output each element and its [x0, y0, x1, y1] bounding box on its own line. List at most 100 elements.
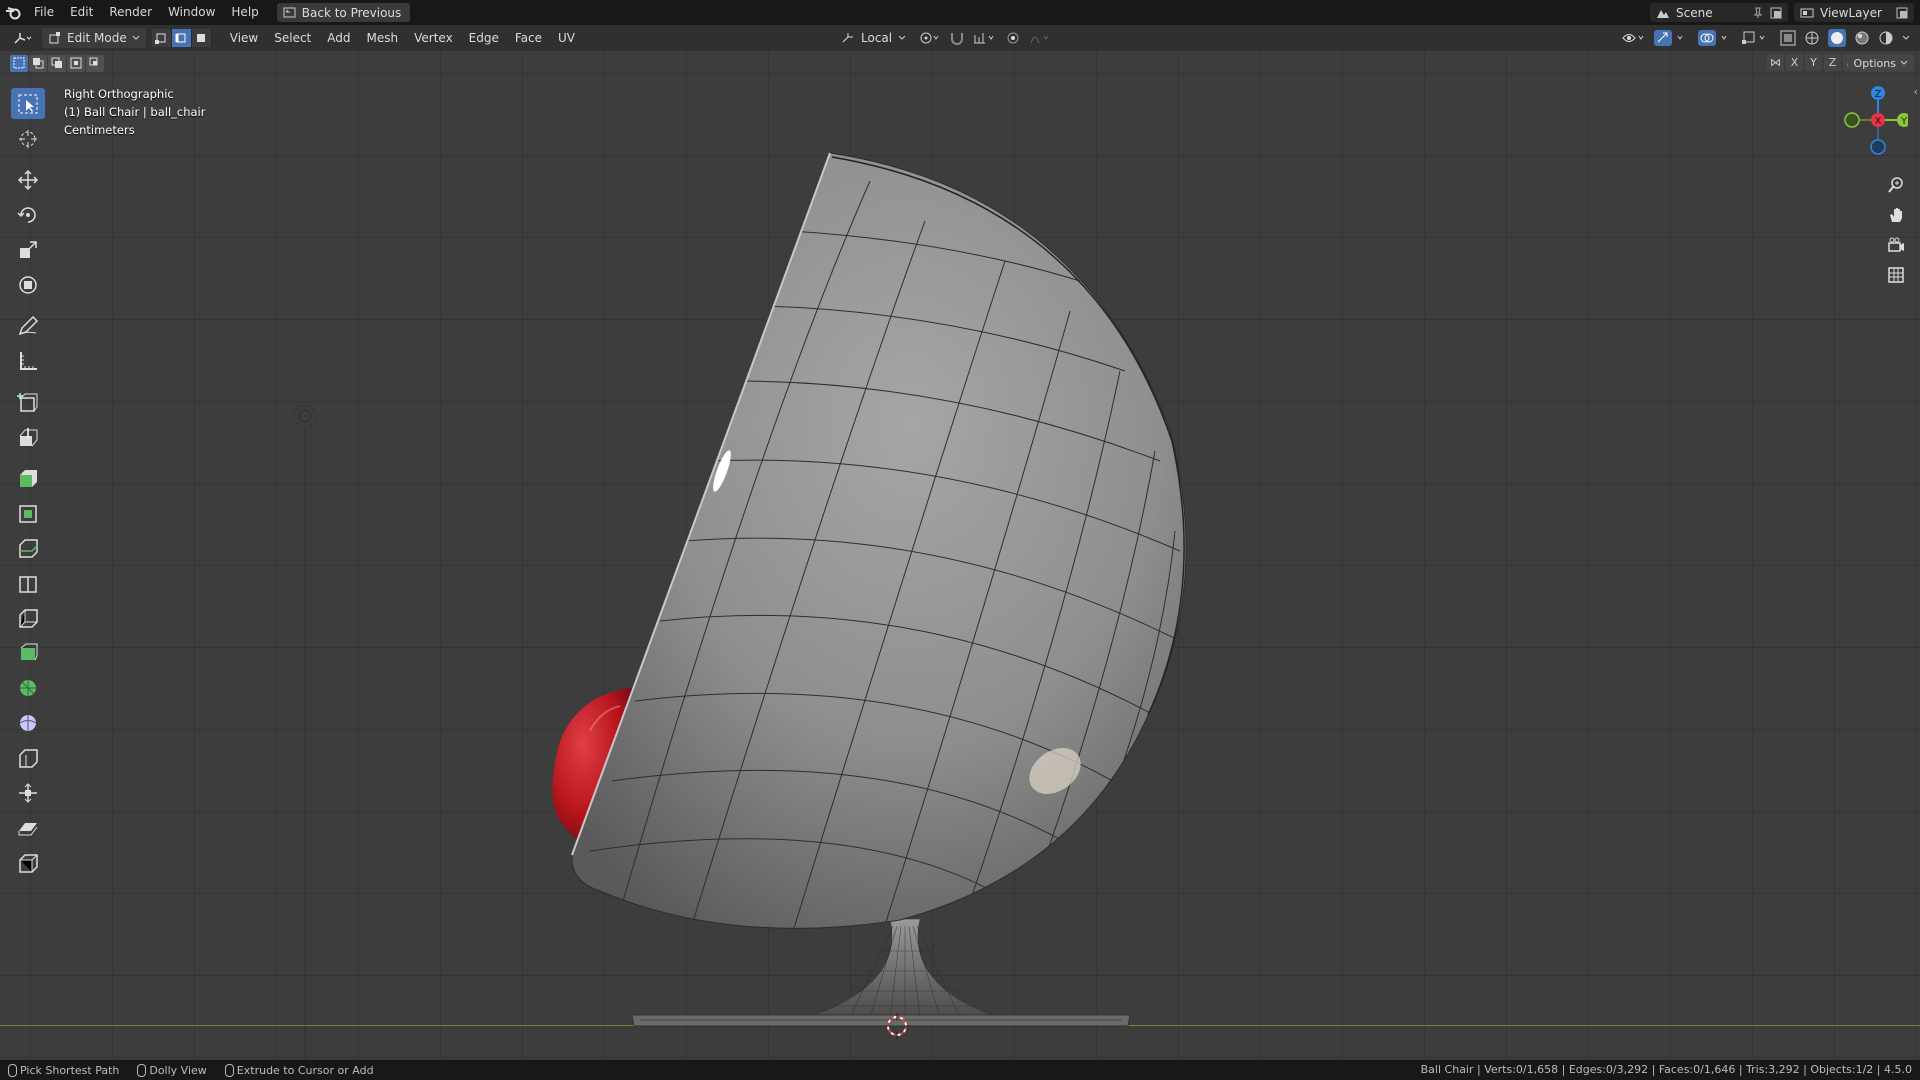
shrink-fatten-icon [19, 714, 37, 731]
light-object-icon[interactable] [293, 404, 317, 1060]
annotate-tool[interactable] [11, 310, 45, 341]
smooth-icon [20, 679, 36, 696]
chair-stem[interactable] [804, 918, 1001, 1019]
pan-button[interactable] [1882, 201, 1910, 229]
shrink-fatten-tool[interactable] [11, 707, 45, 738]
menu-face[interactable]: Face [507, 25, 550, 51]
poly-build-tool[interactable] [11, 602, 45, 633]
shear-tool[interactable] [11, 777, 45, 808]
shading-wireframe-icon[interactable] [1804, 30, 1820, 46]
blender-logo-icon[interactable] [0, 0, 26, 25]
bevel-tool[interactable] [11, 497, 45, 528]
chevron-down-icon[interactable] [1902, 35, 1910, 41]
smooth-tool[interactable] [11, 672, 45, 703]
pivot-point-icon[interactable] [919, 31, 941, 45]
move-tool[interactable] [11, 164, 45, 195]
menu-edit[interactable]: Edit [62, 0, 101, 25]
chair-base[interactable] [631, 1014, 1131, 1027]
xray-icon[interactable] [1780, 30, 1796, 46]
new-scene-icon[interactable] [1770, 7, 1782, 19]
vertex-select-icon [155, 33, 166, 44]
extrude-region-tool[interactable] [11, 421, 45, 452]
transform-tool[interactable] [11, 269, 45, 300]
mesh-edit-overlays-icon[interactable] [1742, 30, 1772, 46]
vertex-select-button[interactable] [151, 29, 172, 47]
menu-help[interactable]: Help [223, 0, 266, 25]
edge-select-button[interactable] [171, 29, 192, 47]
hint-label: Extrude to Cursor or Add [236, 1063, 374, 1077]
select-box-tool[interactable] [11, 88, 45, 119]
mouse-right-icon [224, 1063, 234, 1077]
menu-vertex[interactable]: Vertex [406, 25, 461, 51]
workspace-controls: Scene ViewLayer [1650, 0, 1920, 25]
chair-shell[interactable] [571, 152, 1187, 929]
add-cube-tool[interactable] [11, 386, 45, 417]
gizmo-z-label: Z [1875, 89, 1882, 100]
menu-select[interactable]: Select [266, 25, 319, 51]
cursor-tool[interactable] [11, 123, 45, 154]
back-to-previous-button[interactable]: Back to Previous [276, 3, 411, 22]
menu-edge[interactable]: Edge [461, 25, 507, 51]
zoom-button[interactable] [1882, 171, 1910, 199]
menu-view[interactable]: View [222, 25, 266, 51]
inset-icon [20, 469, 37, 487]
back-icon [283, 7, 296, 18]
menu-mesh[interactable]: Mesh [359, 25, 407, 51]
navigation-gizmo[interactable]: Z Y X [1838, 85, 1908, 155]
loop-cut-icon [19, 538, 38, 558]
rip-region-tool[interactable] [11, 847, 45, 878]
edge-slide-tool[interactable] [11, 742, 45, 773]
orientation-label: Local [861, 31, 893, 45]
gizmo-neg-z-axis[interactable] [1870, 139, 1886, 155]
sidebar-toggle-icon[interactable]: ‹ [1914, 85, 1918, 98]
falloff-icon[interactable] [1029, 31, 1053, 45]
rotate-tool[interactable] [11, 199, 45, 230]
knife-tool[interactable] [11, 567, 45, 598]
ball-chair-mesh[interactable] [0, 51, 1920, 1060]
inset-faces-tool[interactable] [11, 462, 45, 493]
hint-label: Pick Shortest Path [20, 1063, 120, 1077]
shading-solid-icon[interactable] [1828, 29, 1846, 47]
overlays-icon[interactable] [1698, 30, 1734, 46]
menu-render[interactable]: Render [101, 0, 160, 25]
edge-select-icon [175, 33, 186, 43]
measure-tool[interactable] [11, 345, 45, 376]
new-view-layer-icon[interactable] [1896, 7, 1908, 19]
status-hint-dolly: Dolly View [137, 1063, 207, 1077]
spin-icon [20, 643, 38, 660]
zoom-icon [1888, 177, 1903, 193]
camera-view-button[interactable] [1882, 231, 1910, 259]
snap-icon[interactable] [949, 31, 965, 45]
scale-tool[interactable] [11, 234, 45, 265]
to-sphere-tool[interactable] [11, 812, 45, 843]
view-layer-icon [1800, 8, 1814, 17]
orientation-selector[interactable]: Local [836, 28, 911, 48]
spin-tool[interactable] [11, 637, 45, 668]
visibility-icon[interactable] [1622, 31, 1646, 45]
3d-cursor-icon [19, 129, 37, 148]
knife-icon [19, 575, 37, 593]
gizmo-neg-y-axis[interactable] [1844, 112, 1860, 128]
view-layer-selector[interactable]: ViewLayer [1794, 3, 1914, 22]
menu-uv[interactable]: UV [550, 25, 583, 51]
bevel-icon [19, 504, 37, 523]
proportional-edit-icon[interactable] [1005, 31, 1021, 45]
3d-viewport[interactable]: ⋈ X Y Z ⤢ Options Right Orthographic (1)… [0, 51, 1920, 1060]
shading-rendered-icon[interactable] [1878, 30, 1894, 46]
gizmo-toggle-icon[interactable] [1654, 30, 1690, 46]
menu-file[interactable]: File [26, 0, 62, 25]
hint-label: Dolly View [149, 1063, 207, 1077]
face-select-button[interactable] [191, 29, 212, 47]
snap-target-icon[interactable] [973, 31, 997, 45]
menu-window[interactable]: Window [160, 0, 223, 25]
scene-selector[interactable]: Scene [1650, 3, 1788, 22]
menu-add[interactable]: Add [319, 25, 358, 51]
toggle-perspective-button[interactable] [1882, 261, 1910, 289]
rip-icon [19, 853, 38, 873]
editor-type-button[interactable] [8, 28, 38, 48]
poly-build-icon [19, 608, 38, 628]
loop-cut-tool[interactable] [11, 532, 45, 563]
shading-material-icon[interactable] [1854, 30, 1870, 46]
pin-icon[interactable] [1752, 7, 1764, 19]
mode-selector[interactable]: Edit Mode [42, 28, 146, 48]
